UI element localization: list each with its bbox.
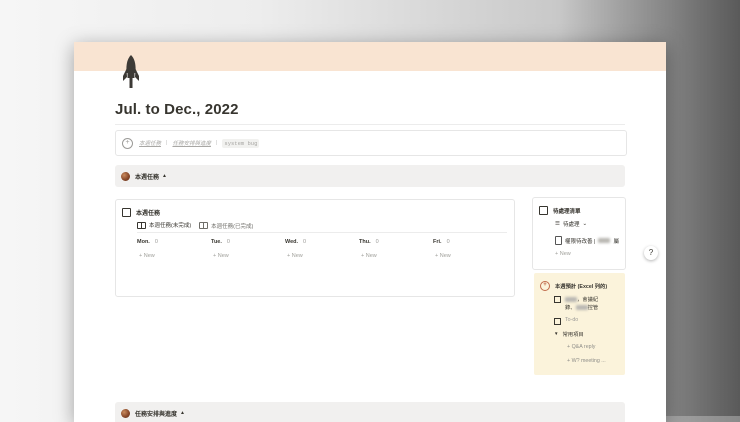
column-count: 0 xyxy=(303,239,307,245)
new-item-button[interactable]: + New xyxy=(555,251,571,257)
quick-links-callout: + 本週任務 | 任務安排與進度 | system bug xyxy=(115,130,627,156)
item-title: 權限待改善 | xyxy=(565,238,596,245)
column-title: Mon. xyxy=(137,239,150,245)
view-label: 待處理 xyxy=(562,222,580,228)
column-wed: Wed. 0 + New xyxy=(285,239,359,259)
board-title: 本週任務 xyxy=(136,211,161,217)
column-mon: Mon. 0 + New xyxy=(137,239,211,259)
new-card-button[interactable]: + New xyxy=(287,253,359,259)
checkbox[interactable] xyxy=(554,296,561,303)
toggle-label: 任務安排與進度 xyxy=(135,411,178,418)
todo-item[interactable]: To-do xyxy=(554,317,578,325)
title-divider xyxy=(115,124,625,125)
column-count: 0 xyxy=(375,239,379,245)
group-label: 常用項目 xyxy=(562,332,584,338)
separator: | xyxy=(215,140,218,146)
link-weekly-tasks[interactable]: 本週任務 xyxy=(139,139,161,147)
column-count: 0 xyxy=(446,239,450,245)
link-task-schedule[interactable]: 任務安排與進度 xyxy=(172,139,211,147)
toggle-weekly-tasks[interactable]: 本週任務 ▲ xyxy=(115,165,625,187)
plan-header: + 本週預計 (Excel 列的) xyxy=(540,281,607,291)
page-cover xyxy=(74,42,666,71)
sub-item[interactable]: + W? meeting ... xyxy=(567,358,606,364)
notion-page: Jul. to Dec., 2022 + 本週任務 | 任務安排與進度 | sy… xyxy=(74,42,666,422)
link-system-bug[interactable]: system bug xyxy=(222,138,260,148)
column-title: Fri. xyxy=(433,239,442,245)
tab-label: 本週任務(未完成) xyxy=(149,223,192,229)
day-columns: Mon. 0 + New Tue. 0 + New Wed. 0 + New Thu.… xyxy=(137,239,507,259)
page-icon xyxy=(555,236,562,245)
tabs-divider xyxy=(137,232,507,233)
board-header: 本週任務 xyxy=(122,208,160,217)
pending-list: 待處理清單 ☰ 待處理 ⌄ 權限待改善 | 屬 + New xyxy=(532,197,626,270)
toggle-common-items[interactable]: ▼ 常用項目 xyxy=(554,330,584,338)
weekly-tasks-board: 本週任務 本週任務(未完成) 本週任務(已完成) Mon. 0 + New Tue… xyxy=(115,199,515,297)
toggle-label: 本週任務 xyxy=(135,174,160,181)
pending-item[interactable]: 權限待改善 | 屬 xyxy=(555,236,619,245)
help-button[interactable]: ? xyxy=(644,246,658,260)
new-card-button[interactable]: + New xyxy=(435,253,507,259)
board-view-icon xyxy=(199,222,209,229)
new-card-button[interactable]: + New xyxy=(139,253,211,259)
todo-text-part: 控管 xyxy=(587,305,599,311)
pending-title: 待處理清單 xyxy=(553,208,581,215)
column-count: 0 xyxy=(154,239,158,245)
page-title: Jul. to Dec., 2022 xyxy=(115,101,239,118)
todo-text-part: ，會議紀 xyxy=(577,297,599,303)
column-title: Wed. xyxy=(285,239,299,245)
redacted-text xyxy=(598,238,611,243)
list-view-icon: ☰ xyxy=(555,221,560,227)
pending-view-selector[interactable]: ☰ 待處理 ⌄ xyxy=(555,220,587,228)
chevron-down-icon: ⌄ xyxy=(582,221,588,227)
planet-icon xyxy=(121,171,130,181)
todo-text-part: 錄、 xyxy=(565,305,576,311)
add-circle-icon: + xyxy=(540,281,550,291)
checkbox[interactable] xyxy=(554,318,561,325)
column-thu: Thu. 0 + New xyxy=(359,239,433,259)
redacted-text xyxy=(565,297,577,303)
redacted-text xyxy=(575,305,588,311)
todo-text: ，會議紀 錄、 控管 xyxy=(565,295,598,311)
caret-up-icon: ▲ xyxy=(180,410,185,416)
separator: | xyxy=(166,140,168,146)
plan-title: 本週預計 (Excel 列的) xyxy=(555,284,608,290)
column-title: Tue. xyxy=(211,239,222,245)
column-tue: Tue. 0 + New xyxy=(211,239,285,259)
new-card-button[interactable]: + New xyxy=(213,253,285,259)
add-circle-icon: + xyxy=(122,137,133,149)
column-title: Thu. xyxy=(359,239,371,245)
sub-item[interactable]: + Q&A reply xyxy=(567,344,595,350)
toggle-task-schedule[interactable]: 任務安排與進度 ▲ xyxy=(115,402,625,422)
caret-down-icon: ▼ xyxy=(554,331,559,336)
rocket-icon xyxy=(123,55,139,88)
weekly-plan-callout: + 本週預計 (Excel 列的) ，會議紀 錄、 控管 To-do ▼ 常用項目… xyxy=(534,273,625,375)
planet-icon xyxy=(121,408,130,418)
todo-item[interactable]: ，會議紀 錄、 控管 xyxy=(554,295,598,311)
checkbox-icon xyxy=(539,206,548,215)
column-fri: Fri. 0 + New xyxy=(433,239,507,259)
column-count: 0 xyxy=(226,239,230,245)
board-view-icon xyxy=(137,221,146,229)
caret-up-icon: ▲ xyxy=(162,173,167,179)
pending-header: 待處理清單 xyxy=(539,206,581,215)
checkbox-icon xyxy=(122,208,131,217)
item-suffix: 屬 xyxy=(613,238,619,245)
tab-label: 本週任務(已完成) xyxy=(211,223,254,230)
todo-placeholder: To-do xyxy=(565,317,579,323)
new-card-button[interactable]: + New xyxy=(361,253,433,259)
